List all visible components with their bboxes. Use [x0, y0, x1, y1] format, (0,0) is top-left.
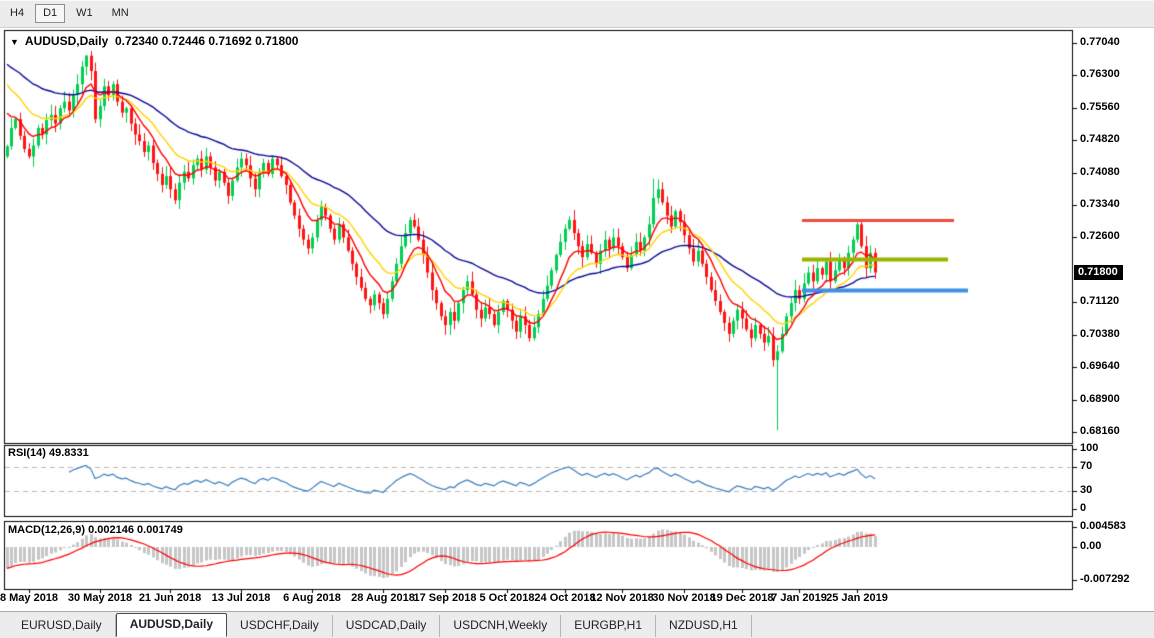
symbol-tab-usdchf[interactable]: USDCHF,Daily — [227, 615, 333, 637]
candlestick-chart-canvas[interactable] — [0, 0, 1154, 611]
timeframe-button-mn[interactable]: MN — [104, 4, 137, 23]
timeframe-button-w1[interactable]: W1 — [68, 4, 101, 23]
symbol-tab-nzdusd[interactable]: NZDUSD,H1 — [656, 615, 752, 637]
timeframe-button-h4[interactable]: H4 — [2, 4, 32, 23]
symbol-tab-eurusd[interactable]: EURUSD,Daily — [8, 615, 116, 637]
timeframe-button-d1[interactable]: D1 — [35, 4, 65, 23]
timeframe-toolbar: H4D1W1MN — [0, 0, 1154, 28]
symbol-tab-usdcnh[interactable]: USDCNH,Weekly — [440, 615, 561, 637]
symbol-tab-bar: EURUSD,DailyAUDUSD,DailyUSDCHF,DailyUSDC… — [0, 611, 1154, 638]
symbol-tab-audusd[interactable]: AUDUSD,Daily — [116, 613, 227, 637]
trading-terminal-window: H4D1W1MN ▼AUDUSD,Daily 0.72340 0.72446 0… — [0, 0, 1154, 638]
symbol-tab-eurgbp[interactable]: EURGBP,H1 — [561, 615, 656, 637]
symbol-tab-usdcad[interactable]: USDCAD,Daily — [333, 615, 441, 637]
